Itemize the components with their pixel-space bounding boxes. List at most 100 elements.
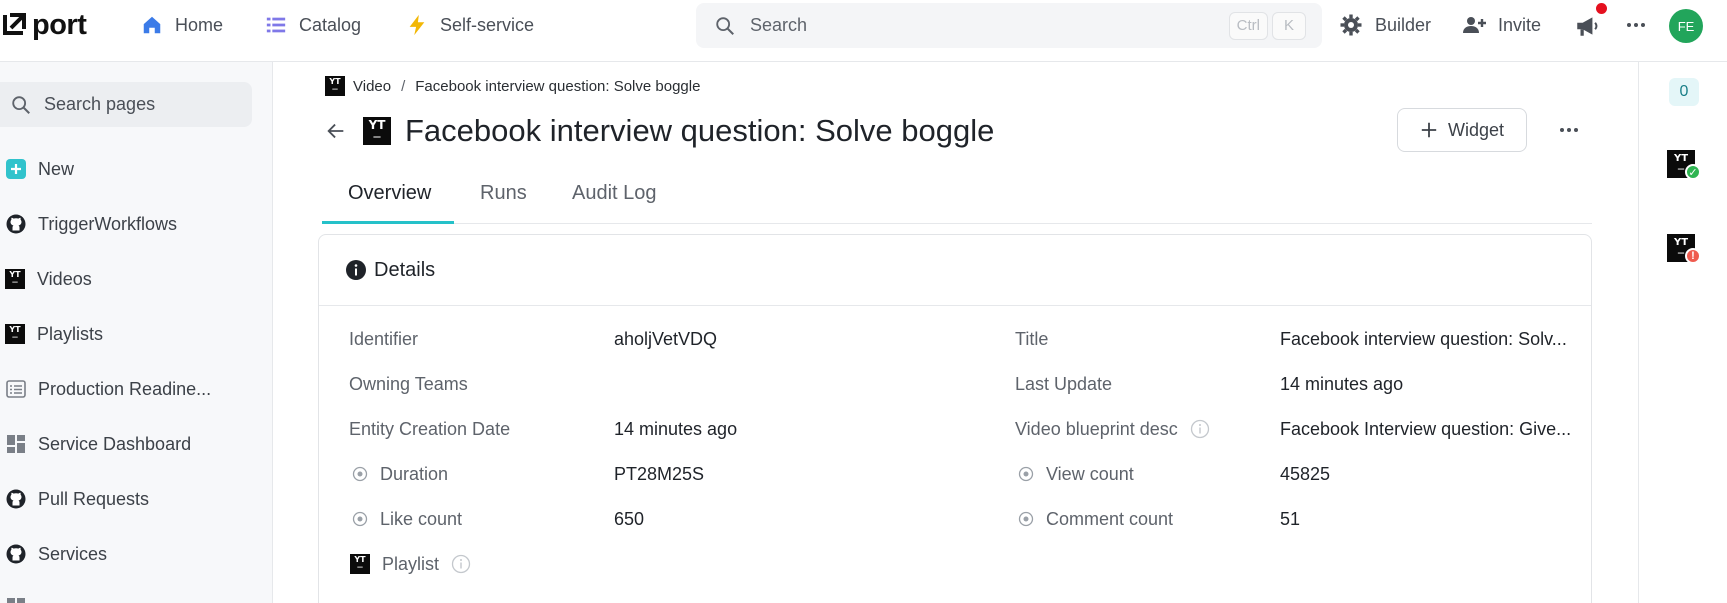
property-value: Facebook Interview question: Give...: [1280, 418, 1570, 439]
right-rail: 0 YT — ✓ YT — !: [1638, 62, 1727, 603]
dashboard-icon: [5, 434, 26, 455]
sidebar-item-playlists[interactable]: YT — Playlists: [5, 319, 103, 349]
sidebar-item-label: Playlists: [37, 323, 104, 344]
property-like-count: Like count: [352, 507, 462, 531]
property-label: Duration: [380, 463, 449, 484]
details-title: Details: [374, 258, 436, 281]
property-value: 45825: [1280, 463, 1331, 484]
sidebar-item-label: Production Readine...: [38, 378, 212, 399]
nav-home-label: Home: [175, 14, 224, 35]
breadcrumb-parent-link[interactable]: Video: [353, 78, 391, 95]
port-logo[interactable]: port: [2, 8, 87, 42]
property-video-blueprint-desc: Video blueprint desc: [1015, 417, 1210, 441]
property-label: Comment count: [1046, 508, 1174, 529]
property-value: Facebook interview question: Solv...: [1280, 328, 1567, 349]
sidebar-item-new[interactable]: New: [5, 154, 74, 184]
breadcrumb: YT — Video / Facebook interview question:…: [325, 75, 700, 97]
sidebar-item-triggerworkflows[interactable]: TriggerWorkflows: [5, 209, 177, 239]
property-label: Like count: [380, 508, 463, 529]
widget-label: Widget: [1447, 119, 1505, 140]
logo-text: port: [32, 8, 87, 41]
success-check-icon: ✓: [1685, 164, 1701, 180]
plus-icon: [1421, 122, 1437, 138]
sidebar-search-input[interactable]: Search pages: [0, 82, 252, 127]
github-icon: [5, 544, 26, 565]
tab-audit-log[interactable]: Audit Log: [572, 182, 657, 205]
breadcrumb-separator: /: [401, 77, 406, 95]
sidebar-item-label: Pull Requests: [38, 488, 150, 509]
list-icon: [266, 17, 286, 33]
arrow-left-icon[interactable]: [325, 120, 347, 142]
details-card: Details Identifier aholjVetVDQ Owning Te…: [318, 234, 1592, 603]
property-label: Playlist: [382, 553, 440, 574]
shortcut-k: K: [1272, 11, 1306, 40]
tab-bar: Overview Runs Audit Log: [322, 172, 1592, 224]
sidebar-item-label: Services: [38, 543, 108, 564]
user-avatar[interactable]: FE: [1669, 9, 1703, 43]
property-value: aholjVetVDQ: [614, 328, 718, 349]
sidebar-search-placeholder: Search pages: [44, 94, 156, 114]
nav-catalog[interactable]: Catalog: [265, 12, 361, 38]
info-outline-icon[interactable]: [451, 554, 471, 574]
global-search[interactable]: Search Ctrl K: [696, 3, 1322, 48]
tab-overview[interactable]: Overview: [348, 182, 431, 205]
sidebar-item-pull-requests[interactable]: Pull Requests: [5, 484, 149, 514]
more-horizontal-icon[interactable]: [1557, 118, 1581, 142]
nav-catalog-label: Catalog: [299, 14, 362, 35]
property-label: Entity Creation Date: [349, 418, 511, 439]
rail-count-badge[interactable]: 0: [1669, 78, 1699, 106]
number-property-icon: [1018, 511, 1034, 527]
search-placeholder: Search: [750, 15, 808, 35]
property-value: 650: [614, 508, 645, 529]
nav-home[interactable]: Home: [141, 12, 223, 38]
number-property-icon: [352, 511, 368, 527]
plus-square-icon: [5, 159, 26, 180]
search-icon: [716, 16, 734, 35]
sidebar-item-label: Videos: [37, 268, 92, 289]
nav-self-service-label: Self-service: [440, 14, 535, 35]
property-label: View count: [1046, 463, 1134, 484]
dashboard-icon: [5, 597, 26, 603]
top-bar: port Home Catalog Self-service Search Ct…: [0, 0, 1727, 62]
youtube-icon: YT —: [363, 117, 391, 145]
invite-button[interactable]: Invite: [1462, 12, 1541, 38]
builder-label: Builder: [1375, 14, 1432, 35]
property-value: 14 minutes ago: [1280, 373, 1404, 394]
github-icon: [5, 489, 26, 510]
sidebar-item-label: Service Dashboard: [38, 433, 192, 454]
sidebar-item-production-readiness[interactable]: Production Readine...: [5, 374, 211, 404]
property-label: Title: [1015, 328, 1049, 349]
notification-dot: [1596, 3, 1607, 14]
sidebar-item-service-dashboard[interactable]: Service Dashboard: [5, 429, 191, 459]
more-horizontal-icon[interactable]: [1624, 12, 1648, 38]
youtube-icon: YT —: [350, 554, 370, 574]
lightning-icon: [409, 14, 425, 36]
youtube-icon: YT —: [5, 269, 25, 289]
github-icon: [5, 214, 26, 235]
sidebar-item-label: New: [38, 158, 75, 179]
page-header: YT — Facebook interview question: Solve b…: [325, 113, 994, 149]
builder-button[interactable]: Builder: [1339, 12, 1431, 38]
details-header: Details: [319, 235, 1591, 306]
sidebar: Search pages New TriggerWorkflows YT — Vi…: [0, 62, 273, 603]
property-value: 14 minutes ago: [614, 418, 738, 439]
property-label: Identifier: [349, 328, 419, 349]
search-icon: [12, 95, 30, 114]
property-value: PT28M25S: [614, 463, 705, 484]
property-label: Last Update: [1015, 373, 1113, 394]
info-icon: [346, 260, 366, 280]
nav-self-service[interactable]: Self-service: [406, 12, 534, 38]
property-label: Video blueprint desc: [1015, 418, 1178, 439]
add-user-icon: [1463, 17, 1486, 33]
info-outline-icon[interactable]: [1190, 419, 1210, 439]
home-icon: [143, 16, 161, 34]
add-widget-button[interactable]: Widget: [1397, 108, 1527, 152]
sidebar-item-partial[interactable]: [5, 592, 26, 603]
gear-icon: [1340, 14, 1362, 36]
port-logo-icon: [3, 13, 26, 35]
tab-runs[interactable]: Runs: [480, 182, 527, 205]
megaphone-icon[interactable]: [1574, 13, 1600, 39]
sidebar-item-videos[interactable]: YT — Videos: [5, 264, 92, 294]
sidebar-item-services[interactable]: Services: [5, 539, 107, 569]
property-duration: Duration: [352, 462, 448, 486]
